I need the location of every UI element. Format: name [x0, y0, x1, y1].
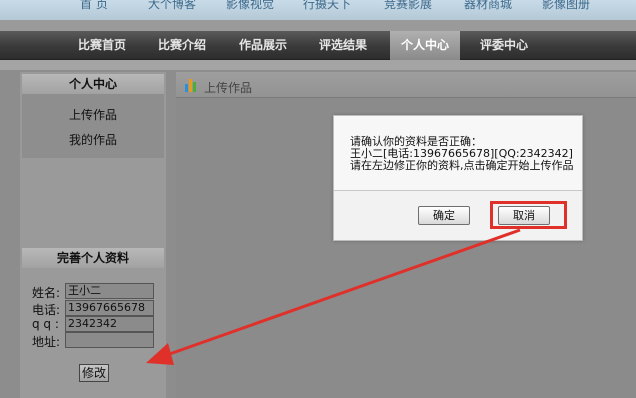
nav-shadow-band	[0, 60, 636, 70]
dialog-line-3: 请在左边修正你的资料,点击确定开始上传作品	[350, 159, 574, 172]
top-navigation: 首 页 大个博客 影像视觉 行摄天下 竞赛影展 器材商城 影像图册	[0, 0, 636, 20]
nav-judge-center[interactable]: 评委中心	[470, 31, 538, 60]
top-nav-travel[interactable]: 行摄天下	[303, 0, 351, 12]
confirm-button[interactable]: 确定	[418, 206, 470, 225]
top-nav-vision[interactable]: 影像视觉	[226, 0, 274, 12]
nav-results[interactable]: 评选结果	[309, 31, 377, 60]
sidebar-item-my-works[interactable]: 我的作品	[20, 131, 166, 148]
dialog-message: 请确认你的资料是否正确： 王小二[电话:13967665678][QQ:2342…	[334, 116, 582, 190]
phone-label: 电话:	[32, 303, 61, 317]
edit-profile-button[interactable]: 修改	[79, 364, 109, 382]
phone-field[interactable]: 13967665678	[65, 300, 154, 316]
name-label: 姓名:	[32, 286, 61, 300]
top-nav-contest[interactable]: 竞赛影展	[384, 0, 432, 12]
top-nav-home[interactable]: 首 页	[80, 0, 108, 12]
nav-contest-intro[interactable]: 比赛介绍	[148, 31, 216, 60]
header-gap	[0, 20, 636, 31]
sidebar: 个人中心 上传作品 我的作品 完善个人资料 姓名: 王小二 电话: 139676…	[20, 72, 166, 398]
address-field[interactable]	[65, 332, 154, 348]
content-header: 上传作品	[176, 72, 636, 98]
bar-chart-icon	[185, 78, 199, 92]
dialog-divider	[334, 190, 582, 191]
cancel-highlight-box	[490, 201, 567, 229]
profile-section-title: 完善个人资料	[22, 248, 164, 268]
name-field[interactable]: 王小二	[65, 283, 154, 299]
top-nav-gallery[interactable]: 影像图册	[542, 0, 590, 12]
sidebar-item-upload[interactable]: 上传作品	[20, 106, 166, 123]
sidebar-menu-area	[22, 94, 164, 158]
qq-field[interactable]: 2342342	[65, 316, 154, 332]
nav-personal-center[interactable]: 个人中心	[390, 31, 460, 60]
nav-contest-home[interactable]: 比赛首页	[68, 31, 136, 60]
main-navigation: 比赛首页 比赛介绍 作品展示 评选结果 个人中心 评委中心	[0, 31, 636, 60]
top-nav-store[interactable]: 器材商城	[464, 0, 512, 12]
top-nav-blog[interactable]: 大个博客	[148, 0, 196, 12]
address-label: 地址:	[32, 335, 61, 349]
qq-label: q q :	[32, 317, 59, 331]
content-title: 上传作品	[204, 81, 253, 95]
nav-works-showcase[interactable]: 作品展示	[229, 31, 297, 60]
sidebar-title: 个人中心	[22, 74, 164, 94]
